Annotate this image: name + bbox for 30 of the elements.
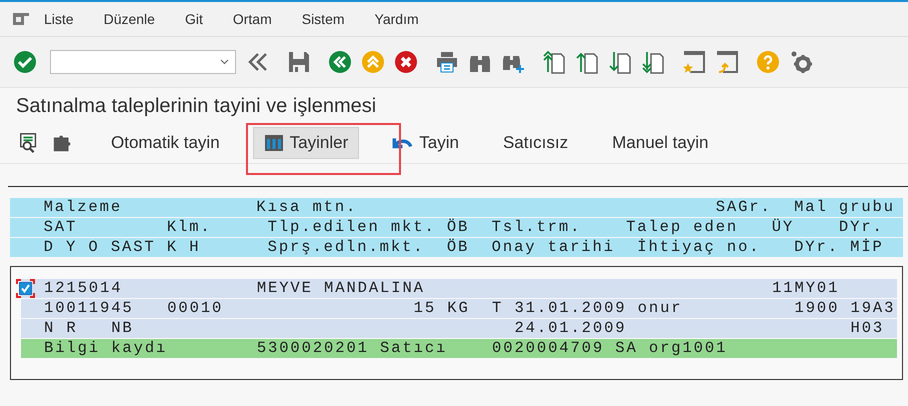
next-page-icon[interactable] [608, 50, 632, 74]
last-page-icon[interactable] [641, 50, 665, 74]
columns-icon [264, 133, 284, 153]
cancel-icon[interactable] [394, 50, 418, 74]
toolbar-button[interactable]: Tayin [381, 127, 470, 159]
menu-icon[interactable] [13, 13, 29, 25]
menu-item[interactable]: Ortam [232, 11, 272, 27]
screen-title: Satınalma taleplerinin tayini ve işlenmesi [16, 95, 378, 119]
checkbox[interactable] [16, 279, 35, 298]
command-field[interactable] [50, 50, 236, 74]
toolbar-button[interactable]: Satıcısız [492, 127, 580, 159]
toolbar-button[interactable]: Otomatik tayin [100, 127, 231, 159]
caret-icon[interactable] [220, 59, 229, 65]
window-arrow-icon[interactable] [715, 50, 739, 74]
window-star-icon[interactable] [682, 50, 706, 74]
menu-item[interactable]: Yardım [374, 11, 419, 27]
toolbar-button[interactable]: Tayinler [252, 127, 360, 159]
first-page-icon[interactable] [542, 50, 566, 74]
save-icon[interactable] [287, 50, 311, 74]
undo-icon [392, 136, 414, 150]
previous-page-icon[interactable] [575, 50, 599, 74]
menu-item[interactable]: Git [184, 11, 203, 27]
check-icon[interactable] [13, 50, 37, 74]
printer-icon[interactable] [435, 50, 459, 74]
menu-item[interactable]: Sistem [302, 11, 345, 27]
toolbar-button[interactable]: Manuel tayin [601, 127, 720, 159]
gear-icon[interactable] [789, 50, 813, 74]
back-icon[interactable] [328, 50, 352, 74]
menu-item[interactable]: Liste [44, 11, 74, 27]
menu-item[interactable]: Düzenle [104, 11, 155, 27]
